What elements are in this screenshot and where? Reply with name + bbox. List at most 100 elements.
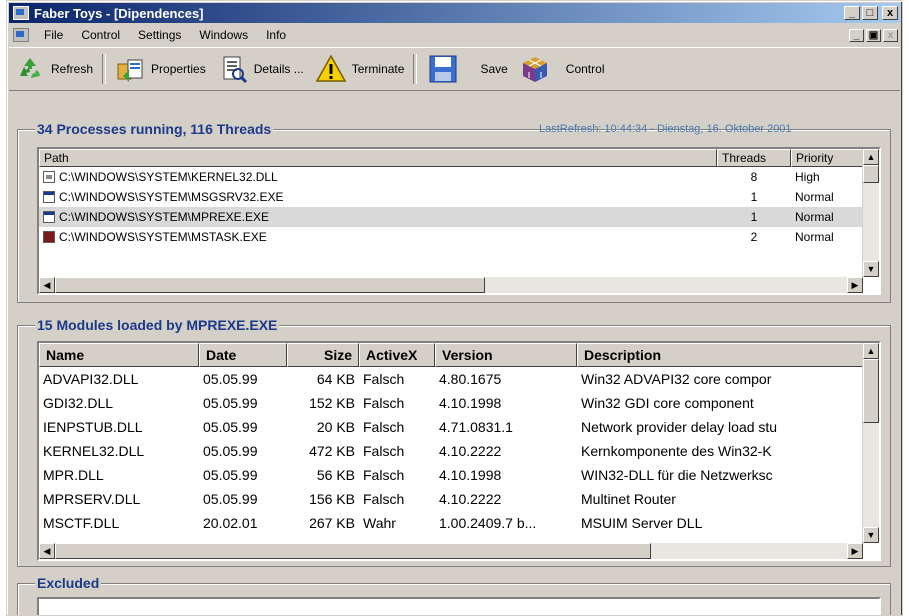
scroll-thumb[interactable] [55, 543, 651, 559]
save-label: Save [480, 62, 508, 76]
minimize-button[interactable]: _ [844, 6, 860, 20]
module-list[interactable]: Name Date Size ActiveX Version Descripti… [37, 341, 881, 561]
scroll-down-arrow-icon[interactable]: ▼ [863, 261, 879, 277]
menu-file[interactable]: File [35, 28, 72, 42]
document-icon[interactable] [13, 28, 29, 42]
scroll-thumb[interactable] [863, 165, 879, 183]
module-name: MSCTF.DLL [43, 515, 120, 531]
process-list[interactable]: Path Threads Priority C:\WINDOWS\SYSTEM\… [37, 147, 881, 295]
module-rows: ADVAPI32.DLL 05.05.99 64 KB Falsch 4.80.… [39, 367, 879, 535]
menu-windows[interactable]: Windows [190, 28, 257, 42]
module-row[interactable]: IENPSTUB.DLL 05.05.99 20 KB Falsch 4.71.… [39, 415, 879, 439]
module-activex: Falsch [363, 443, 405, 459]
column-header-activex[interactable]: ActiveX [359, 343, 435, 367]
process-row-selected[interactable]: C:\WINDOWS\SYSTEM\MPREXE.EXE 1 Normal [39, 207, 879, 227]
excluded-title: Excluded [35, 575, 102, 591]
column-header-size[interactable]: Size [287, 343, 359, 367]
process-path: C:\WINDOWS\SYSTEM\MPREXE.EXE [59, 210, 270, 224]
scroll-down-arrow-icon[interactable]: ▼ [863, 527, 879, 543]
mdi-close-button[interactable]: x [883, 28, 898, 42]
module-name: IENPSTUB.DLL [43, 419, 143, 435]
process-list-vertical-scrollbar[interactable]: ▲ ▼ [862, 149, 879, 277]
menu-control[interactable]: Control [72, 28, 129, 42]
process-row[interactable]: C:\WINDOWS\SYSTEM\MSTASK.EXE 2 Normal [39, 227, 879, 247]
last-refresh-text: LastRefresh: 10:44:34 - Dienstag, 16. Ok… [539, 123, 792, 135]
module-date: 05.05.99 [203, 491, 258, 507]
cube-icon [522, 57, 547, 82]
mdi-restore-button[interactable]: ▣ [866, 28, 881, 42]
module-description: Network provider delay load stu [581, 419, 778, 435]
module-activex: Wahr [363, 515, 396, 531]
scroll-right-arrow-icon[interactable]: ▶ [847, 277, 863, 293]
scroll-thumb[interactable] [863, 359, 879, 423]
module-activex: Falsch [363, 467, 405, 483]
module-list-vertical-scrollbar[interactable]: ▲ ▼ [862, 343, 879, 543]
details-button[interactable]: Details ... [212, 49, 310, 89]
excluded-list[interactable] [37, 597, 881, 615]
scroll-left-arrow-icon[interactable]: ◀ [39, 277, 55, 293]
module-row[interactable]: KERNEL32.DLL 05.05.99 472 KB Falsch 4.10… [39, 439, 879, 463]
scroll-thumb[interactable] [55, 277, 485, 293]
details-label: Details ... [253, 62, 304, 76]
module-date: 05.05.99 [203, 419, 258, 435]
scroll-right-arrow-icon[interactable]: ▶ [847, 543, 863, 559]
process-priority: Normal [795, 230, 834, 244]
module-name: ADVAPI32.DLL [43, 371, 139, 387]
module-list-horizontal-scrollbar[interactable]: ◀ ▶ [39, 543, 863, 559]
maximize-button[interactable]: □ [862, 6, 878, 20]
process-row-partial[interactable]: ​ [39, 247, 879, 255]
module-row[interactable]: MPRSERV.DLL 05.05.99 156 KB Falsch 4.10.… [39, 487, 879, 511]
process-row[interactable]: C:\WINDOWS\SYSTEM\KERNEL32.DLL 8 High [39, 167, 879, 187]
processes-title: 34 Processes running, 116 Threads [35, 121, 274, 137]
mdi-minimize-button[interactable]: _ [849, 28, 864, 42]
properties-button[interactable]: Properties [109, 49, 212, 89]
module-date: 05.05.99 [203, 443, 258, 459]
title-bar[interactable]: Faber Toys - [Dipendences] _ □ x [9, 3, 900, 23]
column-header-priority[interactable]: Priority [791, 149, 865, 167]
app-window: Faber Toys - [Dipendences] _ □ x File Co… [6, 0, 903, 616]
module-row[interactable]: MPR.DLL 05.05.99 56 KB Falsch 4.10.1998 … [39, 463, 879, 487]
process-threads: 2 [750, 230, 758, 244]
save-button[interactable]: Save [420, 49, 513, 89]
scroll-left-arrow-icon[interactable]: ◀ [39, 543, 55, 559]
control-button[interactable]: Control [514, 49, 611, 89]
control-label: Control [565, 62, 605, 76]
menu-settings[interactable]: Settings [129, 28, 190, 42]
terminate-button[interactable]: Terminate [310, 49, 411, 89]
module-description: Win32 GDI core component [581, 395, 754, 411]
module-row[interactable]: GDI32.DLL 05.05.99 152 KB Falsch 4.10.19… [39, 391, 879, 415]
column-header-version[interactable]: Version [435, 343, 577, 367]
scroll-up-arrow-icon[interactable]: ▲ [863, 343, 879, 359]
modules-title: 15 Modules loaded by MPREXE.EXE [35, 317, 280, 333]
window-title: Faber Toys - [Dipendences] [34, 5, 204, 21]
column-header-description[interactable]: Description [577, 343, 863, 367]
module-size: 152 KB [309, 395, 355, 411]
module-name: GDI32.DLL [43, 395, 114, 411]
scroll-up-arrow-icon[interactable]: ▲ [863, 149, 879, 165]
column-header-date[interactable]: Date [199, 343, 287, 367]
module-activex: Falsch [363, 395, 405, 411]
process-threads: 8 [750, 170, 758, 184]
toolbar-separator [413, 54, 418, 84]
module-date: 05.05.99 [203, 395, 258, 411]
module-row[interactable]: MSCTF.DLL 20.02.01 267 KB Wahr 1.00.2409… [39, 511, 879, 535]
module-description: MSUIM Server DLL [581, 515, 703, 531]
menu-info[interactable]: Info [257, 28, 295, 42]
process-list-horizontal-scrollbar[interactable]: ◀ ▶ [39, 277, 863, 293]
column-header-name[interactable]: Name [39, 343, 199, 367]
column-header-path[interactable]: Path [39, 149, 717, 167]
module-version: 4.80.1675 [439, 371, 502, 387]
dll-icon [43, 171, 55, 183]
caption-buttons: _ □ x [844, 6, 898, 20]
module-row[interactable]: ADVAPI32.DLL 05.05.99 64 KB Falsch 4.80.… [39, 367, 879, 391]
app-icon[interactable] [13, 6, 29, 20]
module-size: 472 KB [309, 443, 355, 459]
close-button[interactable]: x [882, 6, 898, 20]
module-version: 4.10.1998 [439, 395, 502, 411]
refresh-button[interactable]: Refresh [9, 49, 99, 89]
refresh-label: Refresh [51, 62, 94, 76]
process-row[interactable]: C:\WINDOWS\SYSTEM\MSGSRV32.EXE 1 Normal [39, 187, 879, 207]
terminate-label: Terminate [351, 62, 405, 76]
column-header-threads[interactable]: Threads [717, 149, 791, 167]
process-list-header: Path Threads Priority [39, 149, 879, 167]
